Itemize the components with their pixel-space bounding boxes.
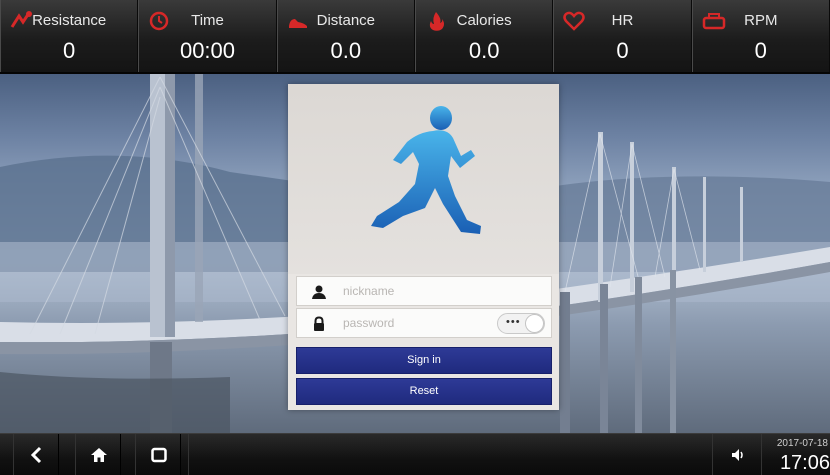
- metric-calories: Calories 0.0: [414, 0, 554, 72]
- back-button[interactable]: [13, 434, 59, 475]
- show-password-toggle[interactable]: •••: [497, 313, 545, 334]
- login-hero: [288, 84, 559, 274]
- metric-value: 0.0: [330, 38, 362, 63]
- nav-divider: [188, 434, 189, 475]
- metric-distance: Distance 0.0: [276, 0, 415, 72]
- metric-resistance: Resistance 0: [0, 0, 139, 72]
- metric-label: Resistance: [32, 12, 107, 29]
- recent-apps-button[interactable]: [135, 434, 181, 475]
- metric-value: 0: [754, 38, 767, 63]
- metric-label: RPM: [744, 12, 778, 29]
- status-date: 2017-07-18: [776, 438, 828, 449]
- metric-label: Calories: [456, 12, 512, 29]
- toggle-dots: •••: [506, 316, 521, 328]
- sign-in-button[interactable]: Sign in: [296, 347, 552, 374]
- login-panel: ••• Sign in Reset: [288, 84, 559, 410]
- screen: Resistance 0 Time 00:00 Distance 0.0 Cal…: [0, 0, 830, 475]
- username-input[interactable]: [343, 281, 493, 301]
- user-icon: [311, 284, 327, 300]
- metric-value: 0: [63, 38, 76, 63]
- metrics-bar: Resistance 0 Time 00:00 Distance 0.0 Cal…: [0, 0, 830, 74]
- runner-icon: [363, 104, 493, 254]
- navigation-bar: 2017-07-18 17:06: [0, 433, 830, 475]
- metric-value: 00:00: [179, 38, 236, 63]
- metric-value: 0: [616, 38, 629, 63]
- metric-rpm: RPM 0: [691, 0, 830, 72]
- status-time: 17:06: [779, 452, 830, 474]
- toggle-knob: [525, 314, 544, 333]
- metric-label: Time: [191, 12, 224, 29]
- volume-button[interactable]: [712, 434, 762, 475]
- reset-button[interactable]: Reset: [296, 378, 552, 405]
- metric-time: Time 00:00: [138, 0, 277, 72]
- password-field: •••: [296, 308, 552, 338]
- home-button[interactable]: [75, 434, 121, 475]
- metric-value: 0.0: [468, 38, 500, 63]
- metric-label: HR: [611, 12, 634, 29]
- metric-label: Distance: [316, 12, 375, 29]
- metric-hr: HR 0: [553, 0, 692, 72]
- password-input[interactable]: [343, 313, 493, 333]
- username-field: [296, 276, 552, 306]
- lock-icon: [311, 316, 327, 332]
